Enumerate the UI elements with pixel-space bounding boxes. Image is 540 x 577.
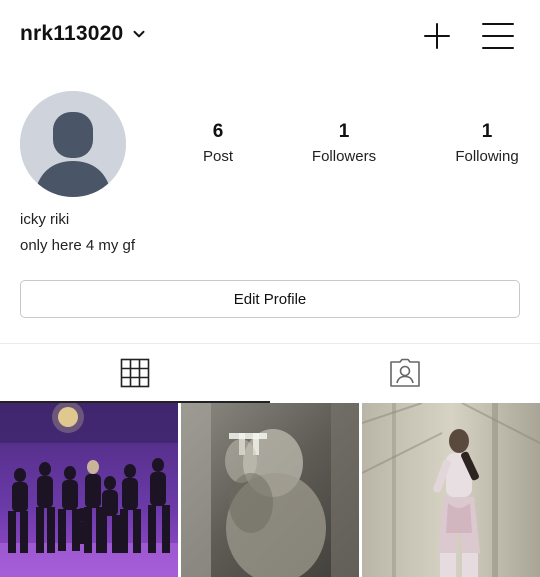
new-post-button[interactable] [422, 21, 452, 51]
followers-stat[interactable]: 1 Followers [304, 120, 384, 166]
account-switcher[interactable]: nrk113020 [20, 22, 146, 46]
group-dance-photo [0, 403, 178, 577]
grid-post-1[interactable] [0, 403, 178, 577]
menu-button[interactable] [482, 21, 514, 51]
grid-icon [120, 358, 150, 388]
posts-count: 6 [212, 121, 224, 142]
followers-label: Followers [311, 148, 377, 165]
blurry-mirror-selfie [181, 403, 359, 577]
default-avatar-icon [20, 91, 126, 197]
posts-stat[interactable]: 6 Post [188, 120, 248, 166]
following-label: Following [455, 148, 519, 165]
avatar[interactable] [20, 91, 126, 197]
profile-bio: only here 4 my gf [20, 237, 136, 254]
following-stat[interactable]: 1 Following [446, 120, 528, 166]
grid-post-3[interactable] [362, 403, 540, 577]
plus-icon [424, 23, 450, 49]
posts-label: Post [202, 148, 233, 165]
hamburger-menu-icon [482, 23, 514, 49]
posts-grid [0, 403, 540, 577]
profile-name: icky riki [20, 211, 70, 228]
top-bar: nrk113020 [0, 0, 540, 72]
portrait-photo [362, 403, 540, 577]
chevron-down-icon [132, 27, 146, 41]
tagged-person-icon [390, 358, 420, 387]
tab-posts-grid[interactable] [0, 344, 270, 402]
username-label: nrk113020 [20, 22, 124, 45]
grid-post-2[interactable] [181, 403, 359, 577]
followers-count: 1 [338, 121, 350, 142]
following-count: 1 [481, 121, 493, 142]
edit-profile-button[interactable]: Edit Profile [20, 280, 520, 318]
tab-tagged[interactable] [270, 344, 540, 402]
